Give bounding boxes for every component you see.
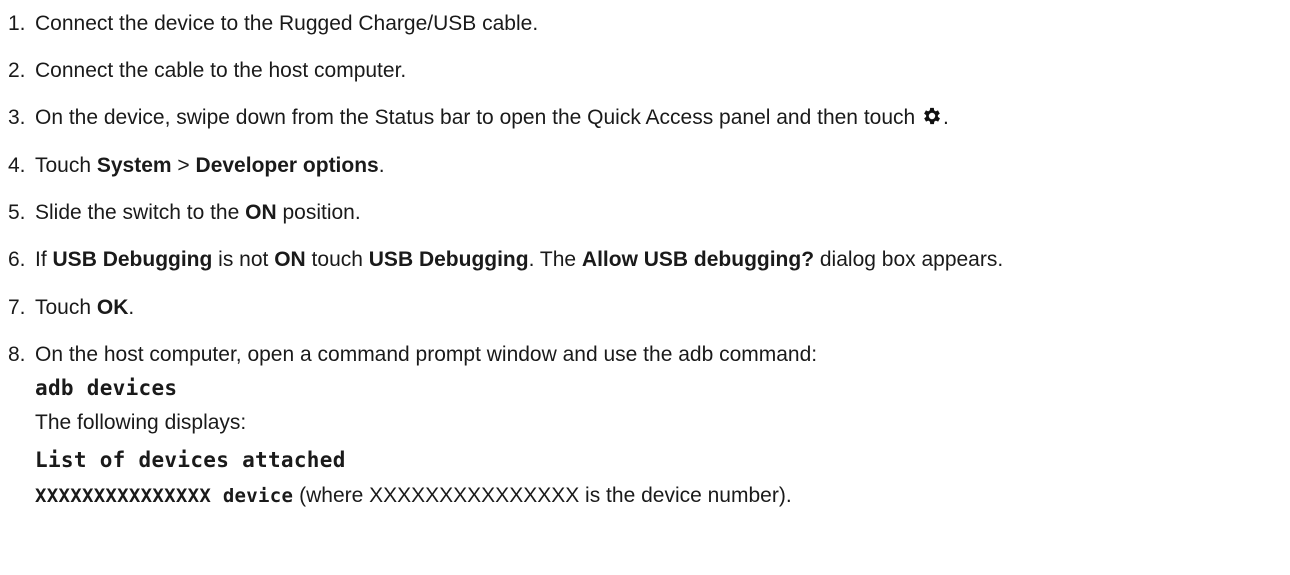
instruction-document: 1. Connect the device to the Rugged Char… [0, 0, 1290, 575]
usb-debugging-label: USB Debugging [52, 248, 213, 271]
step-text: If USB Debugging is not ON touch USB Deb… [35, 247, 1003, 273]
step-number: 3. [8, 106, 26, 129]
step-text: On the device, swipe down from the Statu… [35, 105, 949, 131]
displays-label: The following displays: [35, 411, 247, 434]
on-label: ON [245, 201, 277, 224]
step-text-part: > [171, 154, 196, 177]
step-number: 1. [8, 12, 26, 35]
step-text: Touch OK. [35, 295, 134, 321]
step-text-part: Touch [35, 296, 97, 319]
step-number: 5. [8, 201, 26, 224]
step-number: 2. [8, 59, 26, 82]
output-line-2: XXXXXXXXXXXXXXX device (where XXXXXXXXXX… [35, 483, 792, 509]
step-text: Connect the device to the Rugged Charge/… [35, 12, 539, 35]
adb-command: adb devices [35, 376, 178, 400]
dialog-title-label: Allow USB debugging? [581, 248, 815, 271]
step-text-part: dialog box appears. [814, 248, 1004, 271]
step-text-part: . [378, 154, 385, 177]
step-text-part: touch [305, 248, 369, 271]
on-label: ON [274, 248, 306, 271]
step-text: On the host computer, open a command pro… [35, 343, 818, 366]
step-text-part: Slide the switch to the [35, 201, 246, 224]
usb-debugging-label: USB Debugging [368, 248, 529, 271]
output-code: XXXXXXXXXXXXXXX device [35, 485, 294, 507]
step-text-part: . The [528, 248, 582, 271]
menu-developer-options-label: Developer options [195, 154, 379, 177]
step-text-part: On the device, swipe down from the Statu… [35, 106, 922, 129]
step-text-part: Touch [35, 154, 97, 177]
step-text-part: . [943, 106, 949, 129]
step-text-part: is not [212, 248, 275, 271]
step-number: 7. [8, 296, 26, 319]
step-text-part: If [35, 248, 53, 271]
step-text-part: . [128, 296, 135, 319]
step-number: 8. [8, 343, 26, 366]
menu-system-label: System [96, 154, 172, 177]
step-text: Slide the switch to the ON position. [35, 200, 361, 226]
step-number: 6. [8, 248, 26, 271]
output-line-1: List of devices attached [35, 448, 346, 472]
output-note: (where XXXXXXXXXXXXXXX is the device num… [293, 484, 792, 507]
step-text: Touch System > Developer options. [35, 153, 385, 179]
step-text-part: position. [276, 201, 361, 224]
ok-label: OK [96, 296, 129, 319]
step-number: 4. [8, 154, 26, 177]
gear-icon [921, 105, 943, 127]
step-text: Connect the cable to the host computer. [35, 59, 407, 82]
